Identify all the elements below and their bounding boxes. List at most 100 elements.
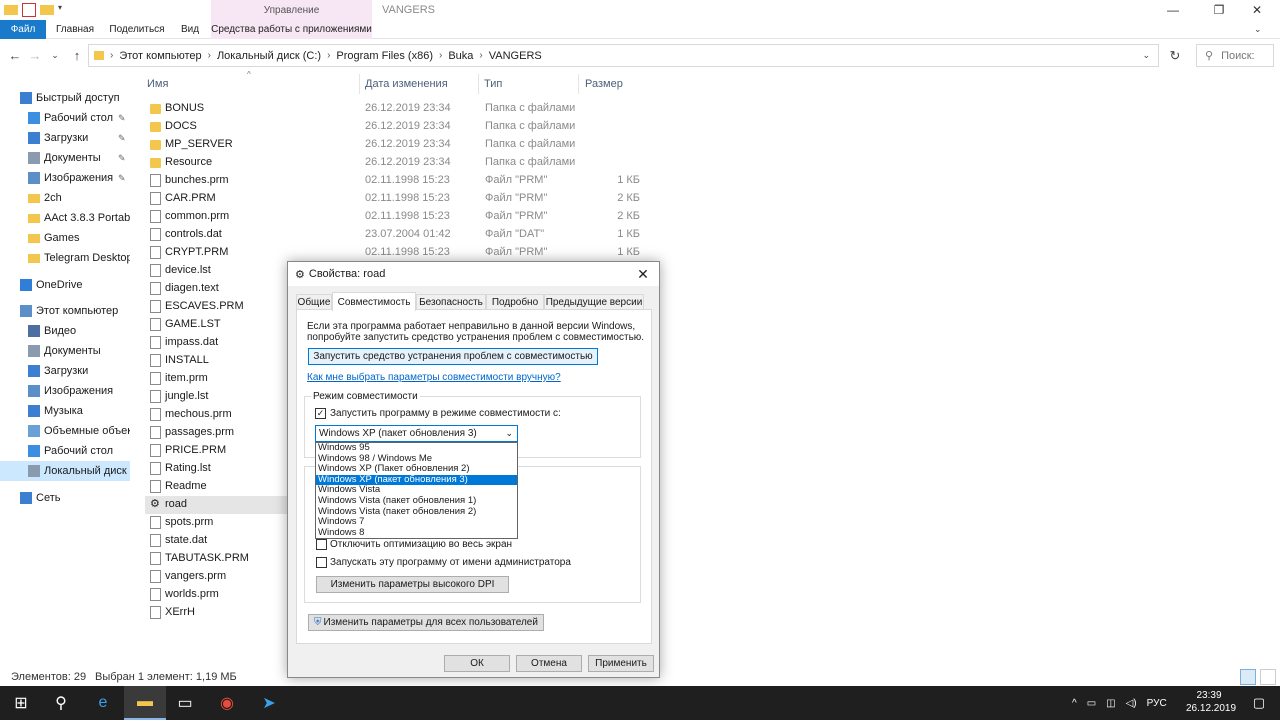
sidebar-item[interactable]: Games: [0, 228, 130, 248]
close-icon[interactable]: ✕: [633, 264, 653, 284]
all-users-button[interactable]: ⛨ Изменить параметры для всех пользовате…: [308, 614, 544, 631]
network-icon[interactable]: ◫: [1106, 698, 1115, 709]
run-as-admin-checkbox[interactable]: [316, 557, 327, 568]
sidebar-item[interactable]: Рабочий стол ✎: [0, 108, 130, 128]
sidebar-item[interactable]: Локальный диск (C:): [0, 461, 130, 481]
back-icon[interactable]: ←: [6, 46, 24, 64]
fullscreen-optimization-checkbox[interactable]: [316, 539, 327, 550]
sidebar-item[interactable]: Быстрый доступ: [0, 88, 130, 108]
refresh-icon[interactable]: ↻: [1166, 47, 1184, 65]
column-header-type[interactable]: Тип: [484, 74, 502, 94]
sidebar-item[interactable]: Музыка: [0, 401, 130, 421]
tab-file[interactable]: Файл: [0, 20, 46, 39]
breadcrumb-buka[interactable]: Buka: [448, 50, 473, 62]
terminal-icon[interactable]: ▭: [164, 686, 206, 720]
search-icon[interactable]: ⚲: [40, 686, 82, 720]
address-dropdown-icon[interactable]: ⌄: [1142, 50, 1150, 61]
telegram-icon[interactable]: ➤: [248, 686, 290, 720]
breadcrumb-this-pc[interactable]: Этот компьютер: [119, 50, 201, 62]
sidebar-item[interactable]: Telegram Desktop: [0, 248, 130, 268]
compat-option[interactable]: Windows 8: [316, 527, 517, 539]
up-icon[interactable]: ↑: [68, 46, 86, 64]
sidebar-item[interactable]: Сеть: [0, 488, 130, 508]
properties-icon[interactable]: [22, 3, 36, 17]
sidebar-item[interactable]: 2ch: [0, 188, 130, 208]
file-row[interactable]: CAR.PRM 02.11.1998 15:23 Файл "PRM" 2 КБ: [145, 190, 645, 208]
close-icon[interactable]: ✕: [1234, 0, 1280, 20]
ribbon-expand-icon[interactable]: ⌄: [1254, 24, 1262, 35]
troubleshoot-button[interactable]: Запустить средство устранения проблем с …: [308, 348, 598, 365]
tab-compatibility[interactable]: Совместимость: [332, 292, 416, 311]
search-input[interactable]: ⚲ Поиск:: [1196, 44, 1274, 67]
edge-icon[interactable]: e: [82, 686, 124, 720]
tab-home[interactable]: Главная: [50, 20, 100, 39]
forward-icon[interactable]: →: [26, 46, 44, 64]
tab-security[interactable]: Безопасность: [416, 294, 486, 310]
tab-general[interactable]: Общие: [296, 294, 332, 310]
sidebar-item[interactable]: Загрузки: [0, 361, 130, 381]
tab-app-tools[interactable]: Средства работы с приложениями: [211, 20, 372, 39]
manual-settings-link[interactable]: Как мне выбрать параметры совместимости …: [307, 372, 561, 383]
chevron-up-icon[interactable]: ^: [1072, 698, 1077, 709]
tab-share[interactable]: Поделиться: [104, 20, 170, 39]
notifications-icon[interactable]: ▢: [1238, 686, 1280, 720]
file-row[interactable]: CRYPT.PRM 02.11.1998 15:23 Файл "PRM" 1 КБ: [145, 244, 645, 262]
sidebar-item[interactable]: OneDrive: [0, 275, 130, 295]
cancel-button[interactable]: Отмена: [516, 655, 582, 672]
file-row[interactable]: common.prm 02.11.1998 15:23 Файл "PRM" 2 КБ: [145, 208, 645, 226]
column-header-size[interactable]: Размер: [585, 74, 623, 94]
breadcrumb-vangers[interactable]: VANGERS: [489, 50, 542, 62]
minimize-icon[interactable]: —: [1150, 0, 1196, 20]
column-divider[interactable]: [478, 74, 479, 94]
file-name: Readme: [165, 480, 207, 492]
file-row[interactable]: controls.dat 23.07.2004 01:42 Файл "DAT" 1 …: [145, 226, 645, 244]
details-view-icon[interactable]: [1240, 669, 1256, 685]
sidebar-item[interactable]: Документы ✎: [0, 148, 130, 168]
clock[interactable]: 23:39 26.12.2019: [1186, 689, 1236, 715]
column-divider[interactable]: [578, 74, 579, 94]
breadcrumb-local-disk[interactable]: Локальный диск (C:): [217, 50, 321, 62]
column-divider[interactable]: [359, 74, 360, 94]
file-row[interactable]: bunches.prm 02.11.1998 15:23 Файл "PRM" 1 К…: [145, 172, 645, 190]
volume-icon[interactable]: ◁): [1126, 698, 1137, 709]
file-explorer-icon[interactable]: ▬: [124, 686, 166, 720]
tab-view[interactable]: Вид: [172, 20, 208, 39]
new-folder-icon[interactable]: [40, 5, 54, 15]
sidebar-item[interactable]: Изображения: [0, 381, 130, 401]
file-row[interactable]: DOCS 26.12.2019 23:34 Папка с файлами: [145, 118, 645, 136]
column-header-date[interactable]: Дата изменения: [365, 74, 448, 94]
customize-qat-icon[interactable]: ▾: [58, 3, 66, 17]
sidebar-item[interactable]: Документы: [0, 341, 130, 361]
sidebar-item[interactable]: Объемные объекты: [0, 421, 130, 441]
sidebar-item[interactable]: Этот компьютер: [0, 301, 130, 321]
tab-previous-versions[interactable]: Предыдущие версии: [544, 294, 644, 310]
video-icon: [28, 325, 40, 337]
sidebar-item[interactable]: AAct 3.8.3 Portable: [0, 208, 130, 228]
recent-locations-icon[interactable]: ⌄: [46, 46, 64, 64]
sidebar-item[interactable]: Загрузки ✎: [0, 128, 130, 148]
file-row[interactable]: BONUS 26.12.2019 23:34 Папка с файлами: [145, 100, 645, 118]
file-row[interactable]: ⚙ road: [145, 496, 288, 514]
sidebar-item[interactable]: Видео: [0, 321, 130, 341]
compat-mode-checkbox[interactable]: ✓: [315, 408, 326, 419]
breadcrumb-program-files[interactable]: Program Files (x86): [336, 50, 433, 62]
sidebar-item[interactable]: Рабочий стол: [0, 441, 130, 461]
start-icon[interactable]: ⊞: [0, 686, 42, 720]
compat-mode-select[interactable]: Windows XP (пакет обновления 3) ⌄: [315, 425, 518, 442]
file-name: bunches.prm: [165, 174, 229, 186]
tab-details[interactable]: Подробно: [486, 294, 544, 310]
file-row[interactable]: Resource 26.12.2019 23:34 Папка с файлами: [145, 154, 645, 172]
large-icons-view-icon[interactable]: [1260, 669, 1276, 685]
chrome-icon[interactable]: ◉: [206, 686, 248, 720]
battery-icon[interactable]: ▭: [1087, 698, 1096, 709]
compat-option[interactable]: Windows 95: [316, 442, 517, 454]
column-header-name[interactable]: Имя: [147, 74, 168, 94]
high-dpi-button[interactable]: Изменить параметры высокого DPI: [316, 576, 509, 593]
sidebar-item[interactable]: Изображения ✎: [0, 168, 130, 188]
address-bar[interactable]: › Этот компьютер › Локальный диск (C:) ›…: [88, 44, 1159, 67]
compat-option[interactable]: Windows Vista (пакет обновления 1): [316, 495, 517, 507]
language-indicator[interactable]: РУС: [1147, 698, 1167, 709]
apply-button[interactable]: Применить: [588, 655, 654, 672]
file-row[interactable]: MP_SERVER 26.12.2019 23:34 Папка с файлами: [145, 136, 645, 154]
ok-button[interactable]: ОК: [444, 655, 510, 672]
